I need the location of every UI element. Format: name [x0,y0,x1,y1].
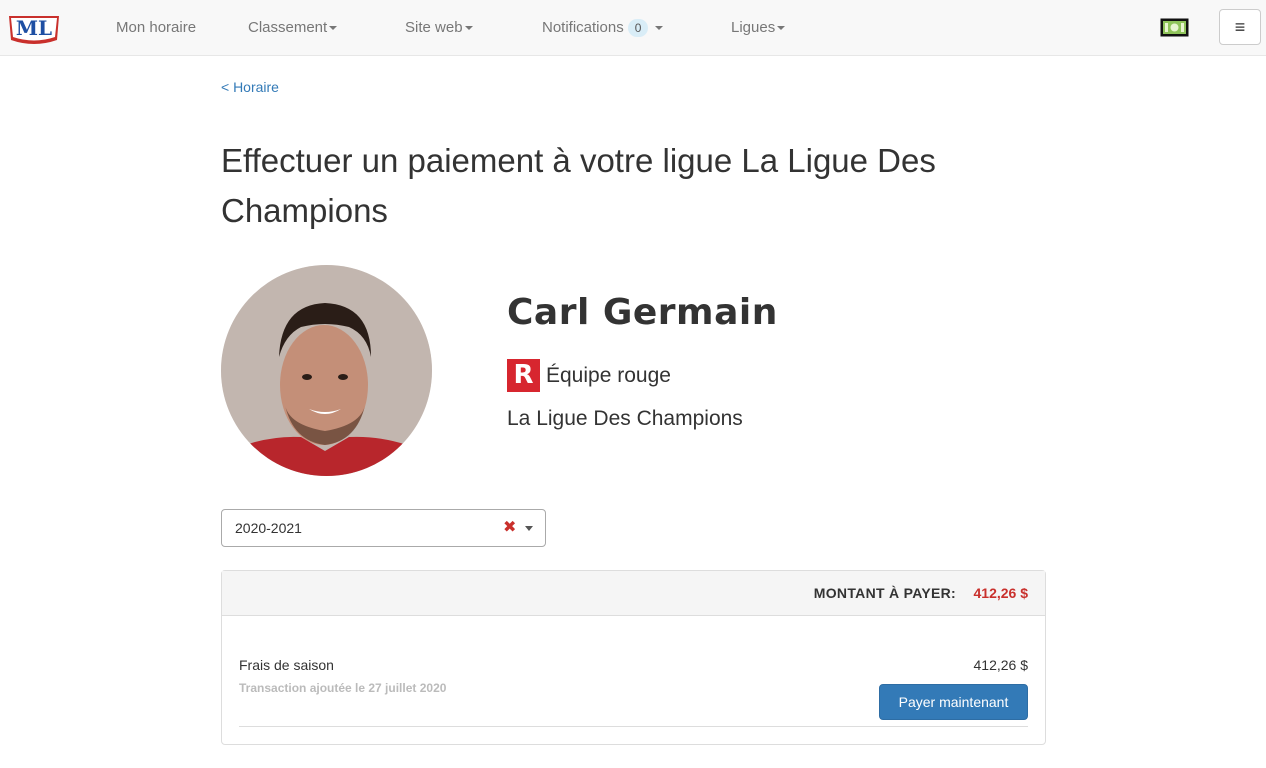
team-logo-icon: R [507,359,540,392]
nav-site-web-label: Site web [405,19,463,36]
pay-now-button[interactable]: Payer maintenant [879,684,1028,720]
clear-selection-icon[interactable]: ✖ [503,517,516,537]
hamburger-menu-icon: ≡ [1234,17,1246,37]
amount-due-value: 412,26 $ [973,585,1029,601]
nav-ligues-label: Ligues [731,19,776,36]
chevron-down-icon [464,26,473,31]
chevron-down-icon [654,26,663,31]
money-icon[interactable] [1160,18,1189,37]
player-name: Carl Germain [507,292,778,333]
team-row: R Équipe rouge [507,359,671,392]
nav-mon-horaire[interactable]: Mon horaire [116,18,196,38]
avatar [221,265,432,476]
amount-due-label: MONTANT À PAYER: [813,585,956,601]
payment-panel-heading: MONTANT À PAYER: 412,26 $ [222,571,1045,616]
top-navbar: ML Mon horaire Classement Site web Notif… [0,0,1266,56]
back-to-schedule-link[interactable]: < Horaire [221,79,279,95]
hamburger-menu-button[interactable]: ≡ [1219,9,1261,45]
chevron-down-icon[interactable] [525,526,533,531]
payment-panel: MONTANT À PAYER: 412,26 $ Frais de saiso… [221,570,1046,745]
nav-classement-label: Classement [248,19,328,36]
league-name: La Ligue Des Champions [507,407,743,430]
fee-label: Frais de saison [239,657,334,673]
page-title: Effectuer un paiement à votre ligue La L… [221,142,936,229]
logo-text: ML [16,16,52,40]
nav-ligues[interactable]: Ligues [731,18,786,38]
fee-transaction-date: Transaction ajoutée le 27 juillet 2020 [239,681,447,695]
nav-notifications-label: Notifications [542,19,624,36]
nav-site-web[interactable]: Site web [405,18,473,38]
chevron-down-icon [329,26,338,31]
player-photo [221,265,432,476]
notification-count-badge: 0 [627,19,649,37]
season-select-value: 2020-2021 [235,520,302,536]
fee-amount: 412,26 $ [973,657,1029,673]
divider [239,726,1028,727]
nav-classement[interactable]: Classement [248,18,338,38]
team-name: Équipe rouge [546,363,671,387]
ml-logo-icon[interactable]: ML [7,10,61,46]
nav-mon-horaire-label: Mon horaire [116,19,197,36]
nav-notifications[interactable]: Notifications 0 [542,18,663,38]
season-select[interactable]: 2020-2021 ✖ [221,509,546,547]
chevron-down-icon [777,26,786,31]
